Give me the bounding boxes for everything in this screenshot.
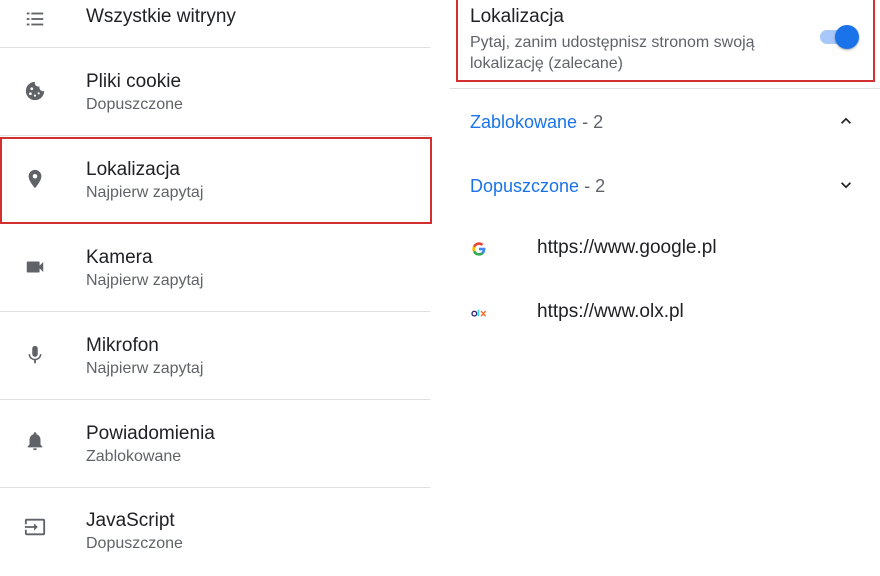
item-subtitle: Zablokowane: [86, 448, 182, 465]
chevron-up-icon[interactable]: [836, 111, 856, 131]
item-title: Mikrofon: [86, 335, 159, 356]
chevron-down-icon[interactable]: [836, 175, 856, 195]
video-camera-icon: [26, 261, 44, 273]
microphone-icon: [28, 345, 42, 364]
item-title: Wszystkie witryny: [86, 6, 236, 27]
list-item-camera[interactable]: Kamera Najpierw zapytaj: [0, 224, 430, 312]
list-item-cookies[interactable]: Pliki cookie Dopuszczone: [0, 48, 430, 136]
item-subtitle: Najpierw zapytaj: [86, 360, 204, 377]
list-item-microphone[interactable]: Mikrofon Najpierw zapytaj: [0, 312, 430, 400]
item-title: JavaScript: [86, 510, 175, 531]
site-row[interactable]: https://www.olx.pl: [450, 288, 880, 338]
list-icon: [26, 12, 44, 26]
list-item-all-sites[interactable]: Wszystkie witryny: [0, 0, 430, 48]
site-url: https://www.google.pl: [537, 237, 717, 258]
group-count: - 2: [579, 176, 606, 196]
divider: [450, 88, 880, 89]
cookie-icon: [25, 81, 45, 101]
group-label: Zablokowane: [470, 112, 578, 132]
javascript-icon: [24, 518, 46, 536]
location-setting-highlight-box: [456, 0, 875, 82]
site-row[interactable]: https://www.google.pl: [450, 224, 880, 274]
site-settings-list: Wszystkie witryny Pliki cookie Dopuszczo…: [0, 0, 432, 552]
item-title: Pliki cookie: [86, 71, 182, 92]
group-count: - 2: [577, 112, 604, 132]
olx-favicon-icon: [471, 309, 487, 317]
group-label: Dopuszczone: [470, 176, 580, 196]
item-subtitle: Najpierw zapytaj: [86, 272, 204, 289]
site-url: https://www.olx.pl: [537, 301, 684, 322]
group-header: Zablokowane - 2: [470, 112, 603, 133]
group-allowed[interactable]: Dopuszczone - 2: [450, 160, 880, 212]
bell-icon: [27, 432, 43, 451]
list-item-notifications[interactable]: Powiadomienia Zablokowane: [0, 400, 430, 488]
list-item-javascript[interactable]: JavaScript Dopuszczone: [0, 488, 430, 576]
item-subtitle: Dopuszczone: [86, 535, 183, 552]
group-header: Dopuszczone - 2: [470, 176, 605, 197]
google-favicon-icon: [472, 242, 486, 256]
location-highlight-box: [0, 137, 432, 224]
item-title: Powiadomienia: [86, 423, 215, 444]
item-title: Kamera: [86, 247, 153, 268]
item-subtitle: Dopuszczone: [86, 96, 183, 113]
group-blocked[interactable]: Zablokowane - 2: [450, 96, 880, 148]
location-settings-panel: Lokalizacja Pytaj, zanim udostępnisz str…: [450, 0, 880, 540]
